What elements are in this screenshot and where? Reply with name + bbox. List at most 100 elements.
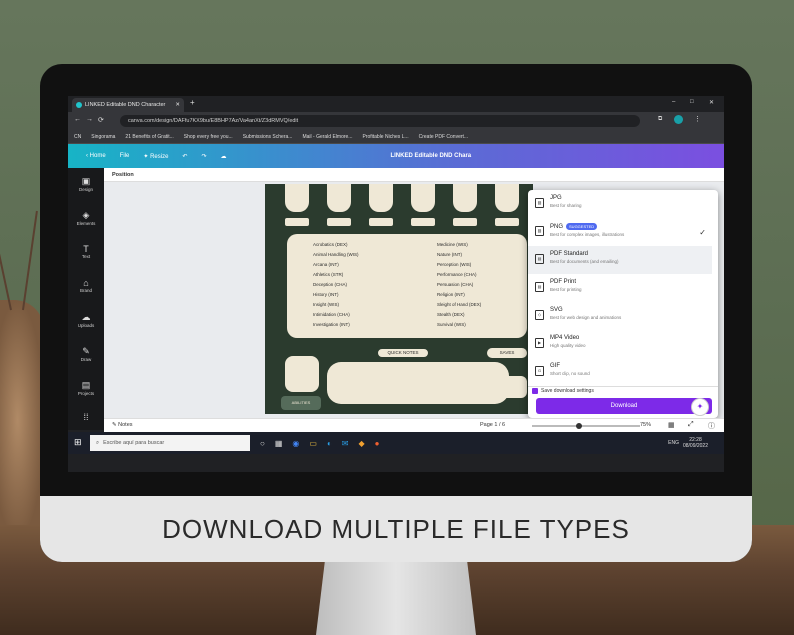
new-tab-button[interactable]: + [190,98,195,107]
document-title[interactable]: LINKED Editable DND Chara [390,153,471,159]
taskbar-app-icon[interactable]: ▦ [275,439,283,448]
undo-icon[interactable]: ↶ [182,153,187,160]
skills-panel: Acrobatics (DEX) Animal Handling (WIS) A… [287,234,527,338]
sidebar-item-text[interactable]: T Text [68,244,104,259]
format-desc: Best for complex images, illustrations [550,232,625,238]
format-name: JPG [550,195,562,201]
format-option-pdf-standard[interactable]: ▤ PDF Standard Best for documents (and ema… [528,246,712,274]
file-explorer-icon[interactable]: ▭ [309,439,317,448]
windows-start-icon[interactable]: ⊞ [74,437,82,448]
help-icon[interactable]: ⓘ [708,421,715,431]
format-option-pdf-print[interactable]: ▤ PDF Print Best for printing [528,274,712,302]
zoom-slider[interactable] [532,425,640,427]
bookmark-item[interactable]: Profitable Niches L... [362,134,408,140]
mail-icon[interactable]: ✉ [342,439,349,448]
divider [528,386,718,387]
format-option-mp4[interactable]: ▶ MP4 Video High quality video [528,330,712,358]
skill-label: Medicine (WIS) [437,242,468,247]
gif-icon: G [535,366,544,376]
clock[interactable]: 22:28 08/09/2022 [683,437,708,449]
extensions-icon[interactable]: ⧉ [658,116,662,123]
skill-label: Insight (WIS) [313,302,340,307]
resize-button[interactable]: ✦ Resize [143,153,168,160]
checkbox-checked-icon[interactable] [532,388,538,394]
skill-label: Deception (CHA) [313,282,348,287]
forward-icon[interactable]: → [86,116,93,123]
bookmark-item[interactable]: Singorama [91,134,115,140]
browser-tab[interactable]: LINKED Editable DND Character ✕ [72,98,184,112]
canva-favicon-icon [76,102,82,108]
profile-avatar[interactable] [674,115,683,124]
grid-view-icon[interactable]: ▦ [668,421,675,429]
caption: DOWNLOAD MULTIPLE FILE TYPES [162,513,630,544]
zoom-slider-handle[interactable] [576,423,582,429]
skill-label: Religion (INT) [437,292,465,297]
maximize-button[interactable]: □ [690,99,694,105]
monitor-stand [316,555,476,635]
sidebar-item-brand[interactable]: ⌂ Brand [68,278,104,293]
skill-label: Intimidation (CHA) [313,312,350,317]
format-option-jpg[interactable]: ▨ JPG Best for sharing [528,190,712,218]
format-name: GIF [550,363,560,369]
bookmark-item[interactable]: Mail - Gerald Elmore... [302,134,352,140]
page-indicator[interactable]: Page 1 / 6 [480,422,505,428]
sidebar-item-elements[interactable]: ◈ Elements [68,210,104,226]
file-menu[interactable]: File [120,153,130,159]
abilities-label: ABILITIES [281,396,321,410]
character-sheet-page[interactable]: Acrobatics (DEX) Animal Handling (WIS) A… [265,184,533,414]
taskbar-search[interactable]: ⌕ Escribe aquí para buscar [90,435,250,451]
sidebar-item-design[interactable]: ▣ Design [68,176,104,192]
bookmark-item[interactable]: CN [74,134,81,140]
format-option-gif[interactable]: G GIF Short clip, no sound [528,358,712,386]
taskbar-app-icon[interactable]: ◆ [359,439,365,448]
task-view-icon[interactable]: ○ [260,439,265,448]
brand-icon: ⌂ [83,278,89,288]
home-button[interactable]: ‹ Home [86,153,106,159]
apps-icon[interactable]: ⁞⁞ [68,412,104,422]
bookmark-item[interactable]: Create PDF Convert... [419,134,468,140]
format-option-png[interactable]: ▨ PNG SUGGESTED Best for complex images, il… [528,218,712,246]
sidebar-item-uploads[interactable]: ☁ Uploads [68,312,104,328]
elements-icon: ◈ [82,210,90,220]
bookmark-item[interactable]: 21 Benefits of Gratit... [125,134,173,140]
sidebar-label: Uploads [77,323,95,328]
browser-menu-icon[interactable]: ⋮ [694,115,701,123]
save-settings-row[interactable]: Save download settings [532,388,594,394]
url-field[interactable]: canva.com/design/DAFfu7KX9bu/E8BHP7Az/Va… [120,115,640,127]
reload-icon[interactable]: ⟳ [98,116,104,124]
skill-label: Acrobatics (DEX) [313,242,348,247]
fullscreen-icon[interactable]: ⤢ [688,421,694,429]
save-settings-label: Save download settings [541,388,594,394]
notes-button[interactable]: ✎ Notes [112,422,133,428]
skill-label: Persuasion (CHA) [437,282,474,287]
skill-label: Performance (CHA) [437,272,477,277]
format-desc: Best for printing [550,287,582,292]
quick-notes-box [327,362,509,404]
sidebar-label: Brand [79,288,92,293]
close-tab-icon[interactable]: ✕ [175,102,180,108]
sidebar-label: Text [81,254,91,259]
chrome-icon[interactable]: ◉ [292,439,299,448]
sidebar-label: Projects [77,391,95,396]
download-button[interactable]: Download [536,398,712,414]
zoom-level[interactable]: 75% [640,422,651,428]
sidebar-item-draw[interactable]: ✎ Draw [68,346,104,362]
position-toolbar: Position [104,168,724,182]
sidebar-item-projects[interactable]: ▤ Projects [68,380,104,396]
back-icon[interactable]: ← [74,116,81,123]
bookmark-item[interactable]: Shop every free you... [184,134,233,140]
taskbar-app-icon[interactable]: ● [375,439,380,448]
tray-lang[interactable]: ENG [668,440,679,446]
magic-assistant-icon[interactable]: ✦ [691,398,709,416]
format-desc: Best for documents (and emailing) [550,259,619,264]
format-desc: Best for web design and animations [550,315,622,320]
format-option-svg[interactable]: ◇ SVG Best for web design and animations [528,302,712,330]
svg-icon: ◇ [535,310,544,320]
position-button[interactable]: Position [112,172,134,178]
tab-title: LINKED Editable DND Character [85,102,166,108]
close-window-button[interactable]: ✕ [709,99,714,106]
minimize-button[interactable]: – [672,99,675,105]
edge-icon[interactable]: ◐ [327,439,332,448]
bookmark-item[interactable]: Submissions Schera... [243,134,293,140]
redo-icon[interactable]: ↷ [201,153,206,160]
